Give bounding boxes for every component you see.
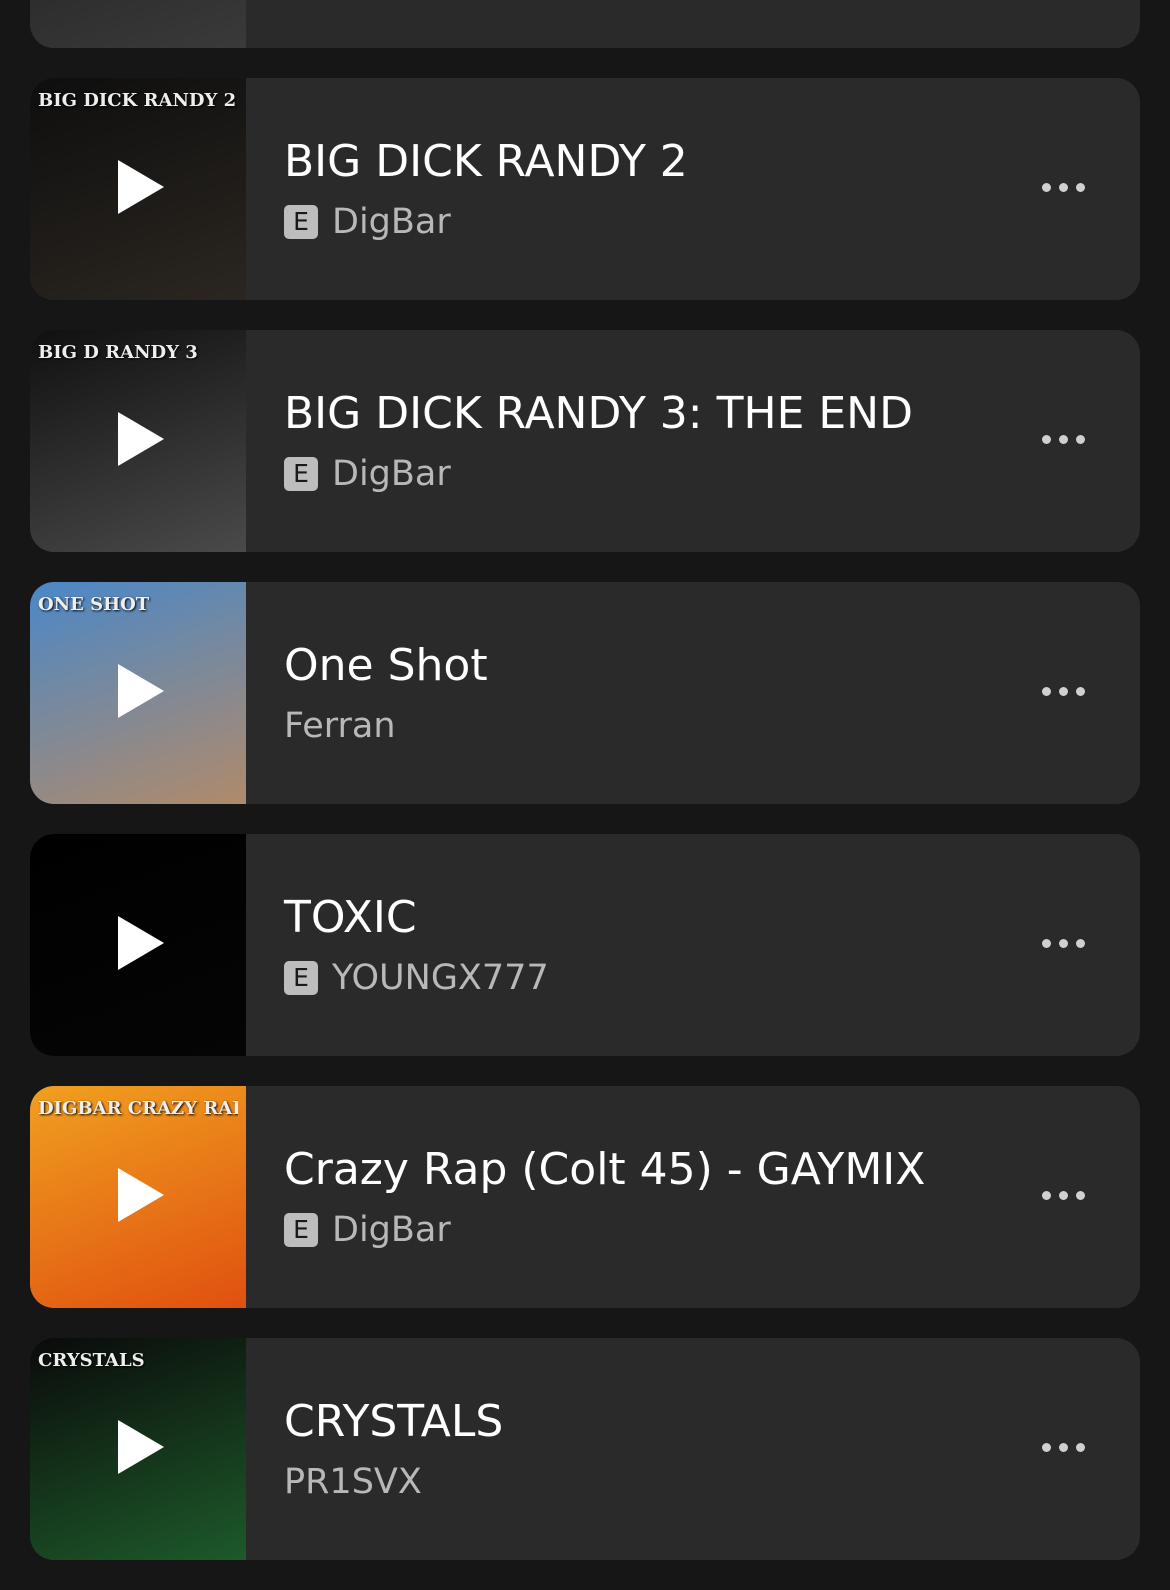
track-row[interactable]: BIG D RANDY 3 BIG DICK RANDY 3: THE END …	[30, 330, 1140, 552]
play-icon[interactable]	[118, 160, 164, 214]
track-row[interactable]: BIG DICK RANDY 2 BIG DICK RANDY 2 E DigBa…	[30, 78, 1140, 300]
more-horizontal-icon[interactable]	[1042, 1443, 1085, 1452]
play-icon[interactable]	[118, 1420, 164, 1474]
track-artist: YOUNGX777	[332, 958, 549, 998]
play-icon[interactable]	[118, 664, 164, 718]
track-row[interactable]: DIGBAR CRAZY RAP Crazy Rap (Colt 45) - G…	[30, 1086, 1140, 1308]
more-horizontal-icon[interactable]	[1042, 183, 1085, 192]
track-row[interactable]: CRYSTALS CRYSTALS PR1SVX	[30, 1338, 1140, 1560]
album-art[interactable]: CRYSTALS	[30, 1338, 246, 1560]
track-artist: DigBar	[332, 454, 451, 494]
play-icon[interactable]	[118, 1168, 164, 1222]
track-row[interactable]: TOXIC E YOUNGX777	[30, 834, 1140, 1056]
track-title: BIG DICK RANDY 3: THE END	[284, 388, 913, 439]
track-title: CRYSTALS	[284, 1396, 504, 1447]
track-artist-line: E DigBar	[284, 202, 451, 242]
track-title: TOXIC	[284, 892, 417, 943]
track-artist-line: E DigBar	[284, 1210, 451, 1250]
album-art[interactable]: BIG D RANDY 3	[30, 330, 246, 552]
track-title: One Shot	[284, 640, 488, 691]
track-artist: DigBar	[332, 1210, 451, 1250]
explicit-badge: E	[284, 1213, 318, 1247]
play-icon[interactable]	[118, 916, 164, 970]
album-art-lettering: BIG DICK RANDY 2	[38, 90, 237, 111]
play-icon[interactable]	[118, 412, 164, 466]
album-art-lettering: BIG D RANDY 3	[38, 342, 198, 363]
explicit-badge: E	[284, 457, 318, 491]
album-art[interactable]: BIG DICK RANDY 2	[30, 78, 246, 300]
track-list: BIG DICK RANDY 2 BIG DICK RANDY 2 E DigBa…	[30, 0, 1140, 1590]
album-art-lettering: DIGBAR CRAZY RAP	[38, 1098, 238, 1119]
track-artist-line: E YOUNGX777	[284, 958, 549, 998]
album-art-lettering: ONE SHOT	[38, 594, 150, 615]
explicit-badge: E	[284, 961, 318, 995]
track-title: Crazy Rap (Colt 45) - GAYMIX	[284, 1144, 926, 1195]
track-artist-line: E DigBar	[284, 454, 451, 494]
more-horizontal-icon[interactable]	[1042, 1191, 1085, 1200]
album-art[interactable]	[30, 834, 246, 1056]
track-artist: Ferran	[284, 706, 396, 746]
explicit-badge: E	[284, 205, 318, 239]
more-horizontal-icon[interactable]	[1042, 435, 1085, 444]
track-title: BIG DICK RANDY 2	[284, 136, 688, 187]
track-artist-line: Ferran	[284, 706, 396, 746]
track-row[interactable]	[30, 0, 1140, 48]
track-artist: PR1SVX	[284, 1462, 422, 1502]
album-art-lettering: CRYSTALS	[38, 1350, 145, 1371]
more-horizontal-icon[interactable]	[1042, 687, 1085, 696]
track-artist: DigBar	[332, 202, 451, 242]
album-art[interactable]: ONE SHOT	[30, 582, 246, 804]
track-row[interactable]: ONE SHOT One Shot Ferran	[30, 582, 1140, 804]
album-art[interactable]: DIGBAR CRAZY RAP	[30, 1086, 246, 1308]
album-art[interactable]	[30, 0, 246, 48]
more-horizontal-icon[interactable]	[1042, 939, 1085, 948]
track-artist-line: PR1SVX	[284, 1462, 422, 1502]
